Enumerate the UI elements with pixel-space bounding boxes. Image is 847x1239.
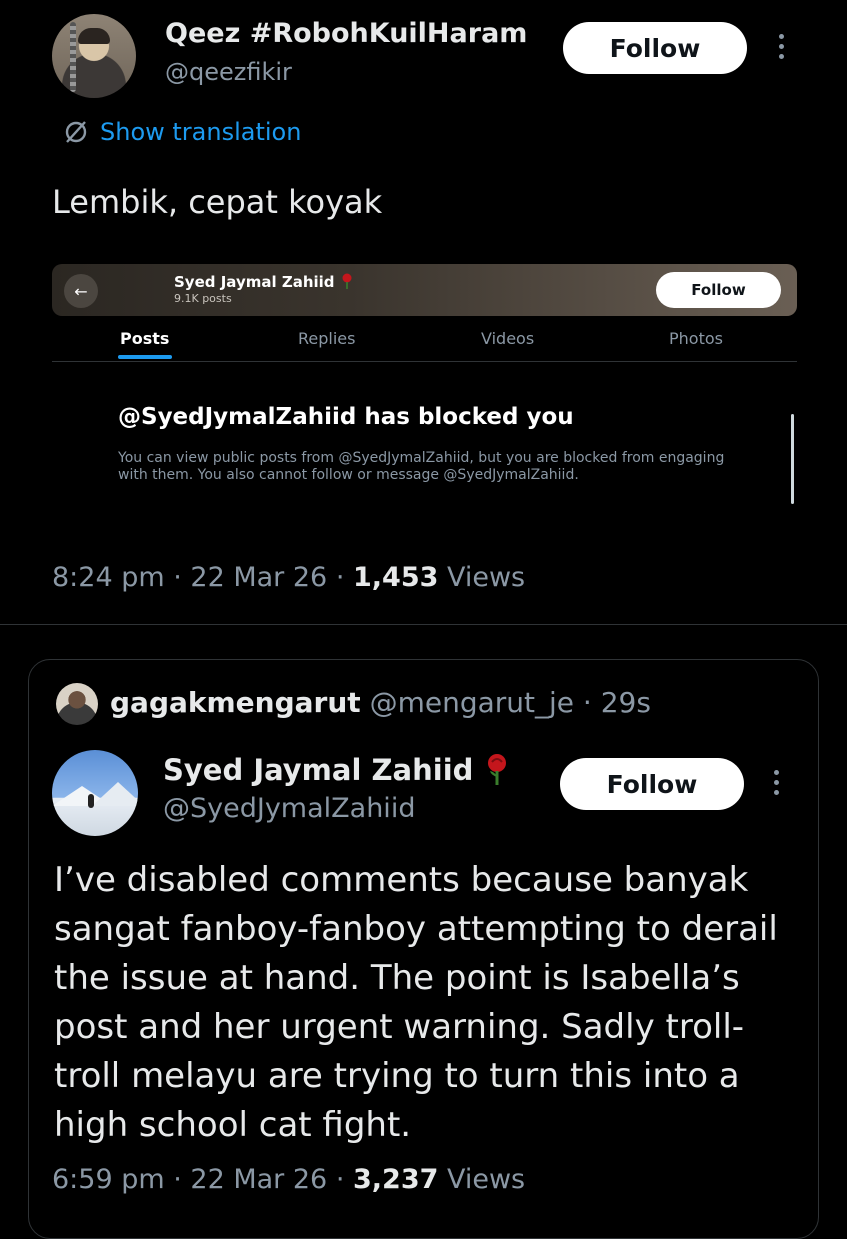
tweet-text: Lembik, cepat koyak [52,183,383,221]
embedded-posts-count: 9.1K posts [174,292,232,305]
active-tab-indicator [118,355,172,359]
tab-photos[interactable]: Photos [669,329,723,348]
tab-videos[interactable]: Videos [481,329,534,348]
tweet-time: 8:24 pm [52,562,165,593]
embedded-profile-name: Syed Jaymal Zahiid [174,273,354,291]
quoter-avatar[interactable] [56,683,98,725]
tweet-meta: 8:24 pm · 22 Mar 26 · 1,453 Views [52,562,526,593]
scrollbar[interactable] [791,414,794,504]
quoter-line: gagakmengarut @mengarut_je · 29s [110,686,651,719]
quoted-tweet-date: 22 Mar 26 [190,1164,328,1195]
author-name[interactable]: Qeez #RobohKuilHaram [165,18,527,49]
show-translation-label: Show translation [100,118,302,146]
tweet-date: 22 Mar 26 [190,562,328,593]
blocked-description: You can view public posts from @SyedJyma… [118,450,725,483]
rose-icon [342,273,352,289]
show-translation-link[interactable]: Show translation [62,118,301,146]
quoted-tweet-text: I’ve disabled comments because banyak sa… [54,860,778,1145]
embedded-follow-button[interactable]: Follow [656,272,781,308]
quoter-name[interactable]: gagakmengarut [110,686,361,719]
views-label: Views [446,562,526,593]
views-count: 1,453 [352,562,439,593]
more-icon[interactable] [776,34,786,59]
quoted-tweet-meta: 6:59 pm · 22 Mar 26 · 3,237 Views [52,1164,526,1195]
author-avatar[interactable] [52,14,136,98]
author-handle[interactable]: @qeezfikir [165,58,292,86]
quoted-author-name[interactable]: Syed Jaymal Zahiid [163,753,510,787]
tab-replies[interactable]: Replies [298,329,355,348]
avatar-hair [78,28,110,44]
chain-decoration [70,22,76,92]
tabs-divider [52,361,797,362]
follow-button[interactable]: Follow [563,22,747,74]
quoted-author-handle[interactable]: @SyedJymalZahiid [163,793,415,824]
more-icon[interactable] [771,770,781,795]
quoted-views-label: Views [446,1164,526,1195]
quoted-follow-button[interactable]: Follow [560,758,744,810]
tab-posts[interactable]: Posts [120,329,169,348]
quoter-time: 29s [600,686,651,719]
blocked-title: @SyedJymalZahiid has blocked you [118,404,574,430]
back-arrow-icon[interactable]: ← [64,274,98,308]
quoted-author-avatar[interactable] [52,750,138,836]
translate-icon [65,121,87,143]
quoter-handle[interactable]: @mengarut_je [370,686,574,719]
divider [0,624,847,625]
quoted-tweet-time: 6:59 pm [52,1164,165,1195]
quoted-views-count: 3,237 [352,1164,439,1195]
rose-icon [487,754,506,785]
